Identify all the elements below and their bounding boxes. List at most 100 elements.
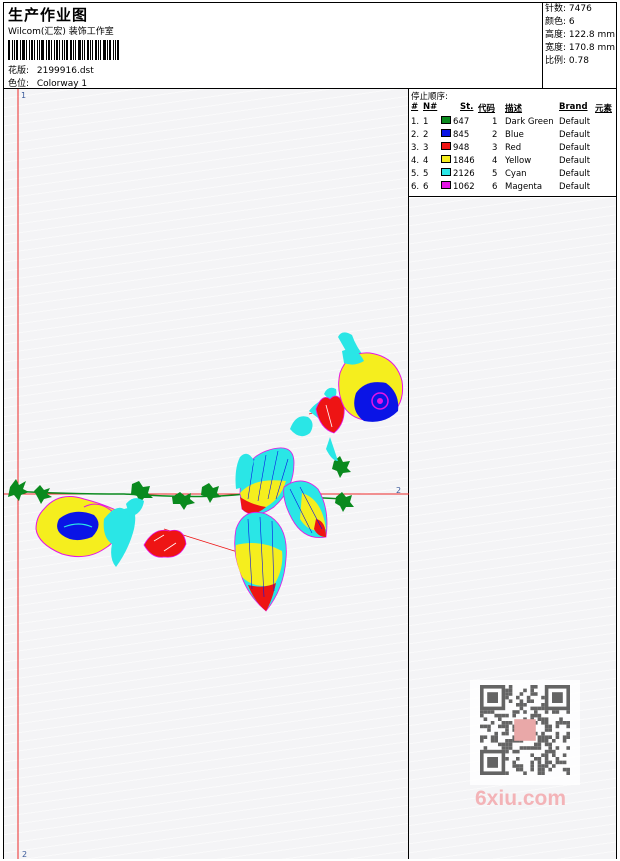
sheet-title: 生产作业图 bbox=[8, 6, 89, 24]
barcode-bar bbox=[66, 40, 68, 60]
row-index: 4. bbox=[411, 156, 420, 166]
qr-module bbox=[548, 735, 552, 739]
embroidery-drawing: 1 2 2 bbox=[4, 89, 409, 859]
qr-module bbox=[544, 764, 549, 768]
qr-module bbox=[487, 757, 498, 768]
color-row: 1. 1 647 1 Dark Green Default bbox=[409, 116, 616, 129]
qr-module bbox=[516, 757, 520, 761]
row-description: Dark Green bbox=[505, 117, 554, 127]
color-swatch bbox=[441, 129, 451, 137]
qr-module bbox=[505, 739, 509, 743]
qr-module bbox=[490, 710, 495, 714]
sheet-header: 生产作业图 Wilcom(汇宏) 装饰工作室 花版: 2199916.dst 色… bbox=[4, 3, 616, 89]
qr-module bbox=[537, 746, 542, 750]
qr-module bbox=[483, 717, 488, 721]
qr-module bbox=[566, 767, 570, 772]
row-code: 5 bbox=[492, 169, 498, 179]
color-row: 5. 5 2126 5 Cyan Default bbox=[409, 168, 616, 181]
qr-module bbox=[562, 739, 567, 743]
qr-module bbox=[559, 721, 563, 725]
qr-module bbox=[534, 685, 538, 689]
qr-module bbox=[508, 739, 513, 743]
col-header-stitches: St. bbox=[460, 102, 474, 112]
barcode-bar bbox=[103, 40, 106, 60]
qr-module bbox=[541, 703, 545, 707]
barcode-bar bbox=[90, 40, 91, 60]
color-swatch bbox=[441, 142, 451, 150]
qr-module bbox=[530, 746, 534, 750]
red-bud-left bbox=[143, 529, 187, 558]
qr-module bbox=[480, 735, 484, 739]
qr-module bbox=[519, 706, 524, 711]
color-row: 3. 3 948 3 Red Default bbox=[409, 142, 616, 155]
qr-module bbox=[514, 719, 536, 741]
qr-module bbox=[537, 764, 542, 768]
qr-module bbox=[505, 728, 509, 732]
qr-module bbox=[548, 742, 552, 747]
qr-module bbox=[494, 731, 498, 736]
barcode-bar bbox=[64, 40, 65, 60]
qr-module bbox=[544, 739, 549, 743]
row-stitches: 647 bbox=[453, 117, 470, 127]
qr-module bbox=[519, 699, 524, 703]
qr-module bbox=[552, 753, 556, 757]
qr-module bbox=[530, 713, 534, 718]
qr-module bbox=[552, 764, 556, 768]
company-name: Wilcom(汇宏) 装饰工作室 bbox=[8, 27, 114, 37]
color-row: 6. 6 1062 6 Magenta Default bbox=[409, 181, 616, 194]
qr-module bbox=[544, 724, 549, 729]
red-bud-upper bbox=[315, 395, 345, 434]
row-code: 2 bbox=[492, 130, 498, 140]
row-needle: 1 bbox=[423, 117, 429, 127]
row-description: Cyan bbox=[505, 169, 527, 179]
qr-module bbox=[516, 749, 520, 754]
row-code: 1 bbox=[492, 117, 498, 127]
qr-module bbox=[534, 713, 538, 718]
qr-module bbox=[562, 760, 567, 765]
row-description: Blue bbox=[505, 130, 524, 140]
stitch-count: 针数: 7476 bbox=[545, 4, 592, 14]
qr-module bbox=[494, 739, 498, 743]
qr-module bbox=[501, 746, 506, 750]
qr-module bbox=[544, 717, 549, 721]
qr-module bbox=[523, 688, 527, 693]
qr-module bbox=[505, 771, 509, 775]
qr-module bbox=[526, 699, 531, 703]
qr-module bbox=[508, 699, 513, 703]
guide-label-bottom: 2 bbox=[22, 850, 27, 859]
barcode-bar bbox=[56, 40, 58, 60]
qr-module bbox=[541, 735, 545, 739]
barcode-bar bbox=[109, 40, 111, 60]
barcode-bar bbox=[34, 40, 35, 60]
row-index: 1. bbox=[411, 117, 420, 127]
qr-module bbox=[480, 710, 484, 714]
barcode-bar bbox=[113, 40, 114, 60]
color-table-title: 停止顺序: bbox=[411, 92, 448, 102]
qr-module bbox=[559, 717, 563, 721]
barcode-bar bbox=[54, 40, 55, 60]
qr-module bbox=[559, 760, 563, 765]
qr-module bbox=[566, 731, 570, 736]
color-swatch bbox=[441, 181, 451, 189]
qr-module bbox=[548, 749, 552, 754]
qr-module bbox=[487, 692, 498, 703]
barcode-bar bbox=[107, 40, 108, 60]
qr-module bbox=[483, 735, 488, 739]
qr-module bbox=[555, 746, 560, 750]
right-rose bbox=[338, 349, 404, 422]
qr-module bbox=[548, 724, 552, 729]
qr-module bbox=[508, 688, 513, 693]
barcode-bar bbox=[100, 40, 101, 60]
barcode-bar bbox=[20, 40, 21, 60]
row-index: 6. bbox=[411, 182, 420, 192]
qr-module bbox=[505, 721, 509, 725]
qr-module bbox=[505, 695, 509, 700]
barcode-bar bbox=[26, 40, 27, 60]
qr-module bbox=[566, 746, 570, 750]
row-stitches: 1846 bbox=[453, 156, 475, 166]
qr-module bbox=[505, 749, 509, 754]
qr-module bbox=[508, 742, 513, 747]
barcode-bar bbox=[29, 40, 30, 60]
qr-module bbox=[537, 760, 542, 765]
qr-module bbox=[555, 760, 560, 765]
